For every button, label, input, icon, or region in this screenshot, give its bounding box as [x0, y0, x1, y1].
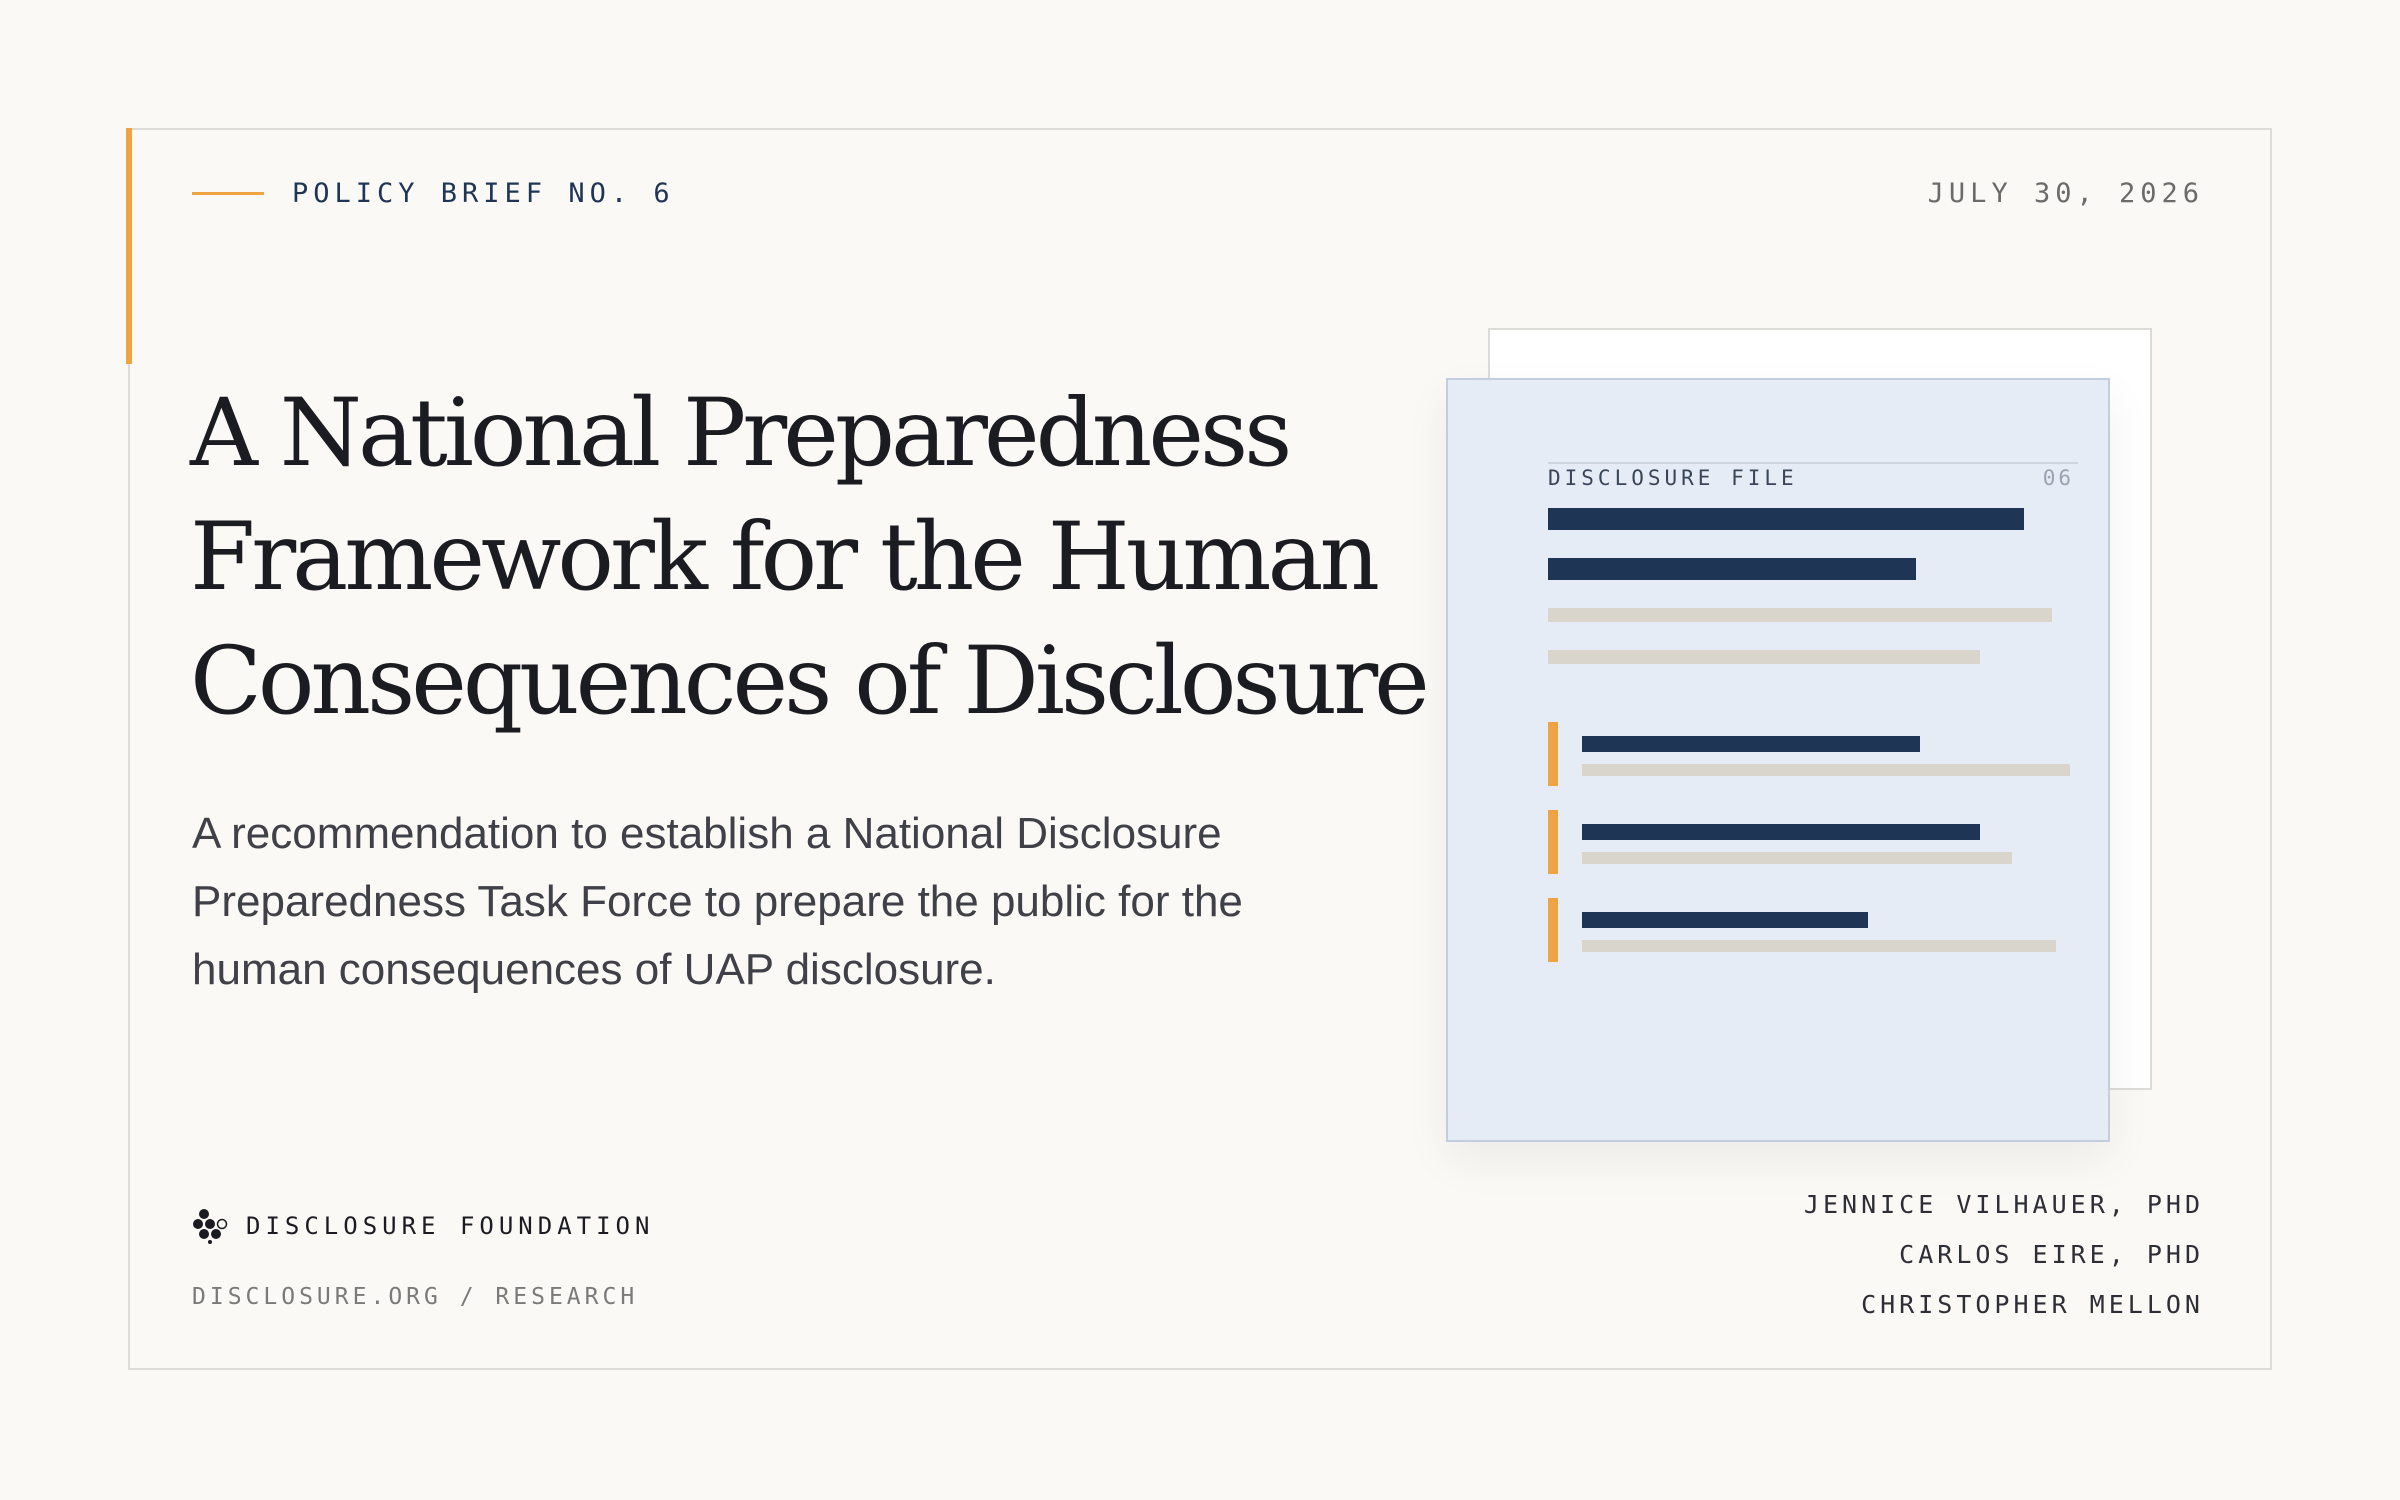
publication-date: JULY 30, 2026: [1927, 178, 2204, 209]
document-number: 06: [2042, 466, 2074, 490]
document-front-page: DISCLOSURE FILE 06: [1446, 378, 2110, 1142]
brand-name: DISCLOSURE FOUNDATION: [246, 1212, 655, 1240]
document-label: DISCLOSURE FILE: [1548, 466, 1798, 490]
document-heading-line: [1548, 558, 1916, 580]
page-title: A National Preparedness Framework for th…: [190, 379, 1430, 736]
eyebrow-rule: [192, 192, 264, 195]
document-item-marker: [1548, 810, 1558, 874]
author-list: JENNICE VILHAUER, PHD CARLOS EIRE, PHD C…: [1804, 1180, 2204, 1330]
document-item-heading: [1582, 824, 1980, 840]
document-item-text: [1582, 764, 2070, 776]
accent-bar: [126, 128, 132, 364]
document-text-line: [1548, 650, 1980, 664]
document-heading-line: [1548, 508, 2024, 530]
document-item-marker: [1548, 898, 1558, 962]
document-item-text: [1582, 940, 2056, 952]
hexagon-cluster-icon: [193, 1209, 228, 1244]
brand: DISCLOSURE FOUNDATION: [192, 1208, 654, 1244]
eyebrow-label: POLICY BRIEF NO. 6: [292, 178, 675, 209]
author-name: CARLOS EIRE, PHD: [1899, 1240, 2204, 1269]
document-item-marker: [1548, 722, 1558, 786]
document-header-rule: [1548, 462, 2078, 464]
document-item-heading: [1582, 912, 1868, 928]
eyebrow: POLICY BRIEF NO. 6: [192, 178, 675, 209]
brand-url: DISCLOSURE.ORG / RESEARCH: [192, 1284, 639, 1310]
document-item-text: [1582, 852, 2012, 864]
document-text-line: [1548, 608, 2052, 622]
page-subtitle: A recommendation to establish a National…: [192, 809, 1243, 994]
author-name: CHRISTOPHER MELLON: [1861, 1290, 2204, 1319]
document-item-heading: [1582, 736, 1920, 752]
author-name: JENNICE VILHAUER, PHD: [1803, 1190, 2204, 1219]
